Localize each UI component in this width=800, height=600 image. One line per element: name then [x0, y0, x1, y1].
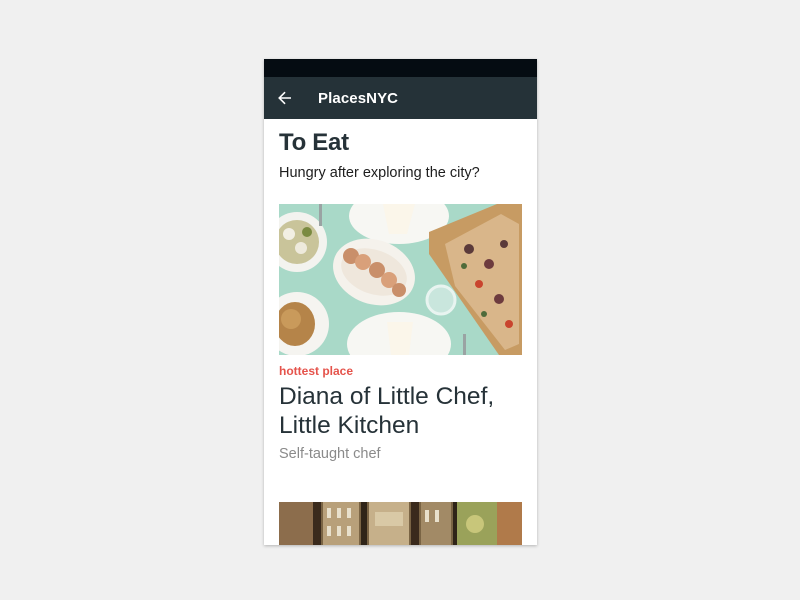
card-title[interactable]: Diana of Little Chef, Little Kitchen: [279, 382, 522, 440]
app-bar: PlacesNYC: [264, 77, 537, 119]
back-button[interactable]: [264, 77, 306, 119]
arrow-left-icon: [278, 91, 291, 105]
food-photo[interactable]: [279, 204, 522, 355]
status-bar: [264, 59, 537, 77]
main-content[interactable]: To Eat Hungry after exploring the city?: [264, 119, 537, 545]
phone-screen: PlacesNYC To Eat Hungry after exploring …: [264, 59, 537, 545]
card-subtitle: Self-taught chef: [279, 446, 381, 462]
food-photo-illustration: [279, 204, 522, 355]
card-tag: hottest place: [279, 364, 354, 378]
interior-photo-illustration: [279, 502, 522, 545]
page-subtitle: Hungry after exploring the city?: [279, 165, 480, 181]
place-card[interactable]: hottest place Diana of Little Chef, Litt…: [279, 204, 522, 462]
page-title: To Eat: [279, 129, 349, 156]
restaurant-interior-photo[interactable]: [279, 502, 522, 545]
app-title: PlacesNYC: [318, 89, 399, 107]
